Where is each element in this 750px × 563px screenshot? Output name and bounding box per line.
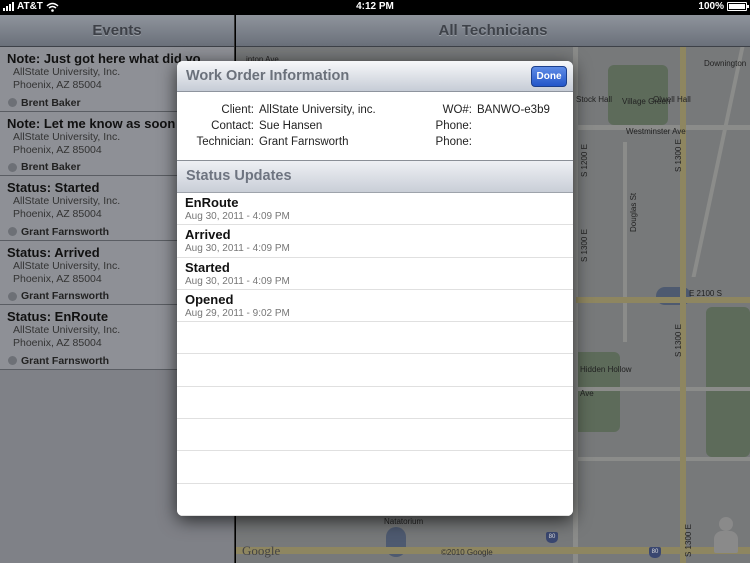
street-view-pegman-icon[interactable] [708, 515, 744, 555]
map-label: S 1300 E [674, 324, 683, 357]
event-technician: Grant Farnsworth [21, 225, 110, 238]
event-technician: Grant Farnsworth [21, 290, 110, 302]
technician-dot-icon [8, 98, 17, 107]
technician-value: Grant Farnsworth [259, 136, 349, 148]
technician-dot-icon [8, 291, 17, 301]
modal-header: Work Order Information Done [177, 61, 573, 92]
wo-number-label: WO#: [442, 104, 472, 116]
map-road [573, 47, 578, 563]
map-highway [236, 547, 750, 554]
technician-label: Technician: [196, 136, 254, 148]
map-road [623, 142, 627, 342]
map-label: Ave [580, 389, 594, 398]
technician-dot-icon [8, 227, 17, 236]
phone-label: Phone: [435, 120, 472, 132]
status-update-name: Opened [185, 291, 234, 307]
map-label: S 1300 E [580, 229, 589, 262]
status-update-name: Arrived [185, 227, 231, 243]
status-update-row[interactable]: Opened Aug 29, 2011 - 9:02 PM [177, 290, 573, 323]
map-park [706, 307, 750, 457]
work-order-modal: Work Order Information Done Client: AllS… [177, 61, 573, 516]
map-label: Natatorium [384, 517, 424, 526]
status-update-row[interactable]: Arrived Aug 30, 2011 - 4:09 PM [177, 225, 573, 258]
map-pane-title: All Technicians [236, 15, 750, 47]
wo-number-value: BANWO-e3b9 [477, 104, 550, 116]
event-technician: Grant Farnsworth [21, 354, 110, 367]
done-button[interactable]: Done [531, 66, 567, 87]
empty-row [177, 354, 573, 387]
status-update-date: Aug 30, 2011 - 4:09 PM [185, 211, 290, 222]
map-copyright: ©2010 Google [441, 548, 493, 557]
map-label: Hidden Hollow [580, 365, 632, 374]
status-update-date: Aug 29, 2011 - 9:02 PM [185, 307, 290, 319]
phone-label-2: Phone: [435, 136, 472, 148]
status-update-date: Aug 30, 2011 - 4:09 PM [185, 275, 290, 287]
empty-row [177, 387, 573, 420]
status-updates-list: EnRoute Aug 30, 2011 - 4:09 PM Arrived A… [177, 193, 573, 516]
status-time: 4:12 PM [356, 1, 394, 12]
google-logo: Google [242, 543, 281, 558]
events-pane-title: Events [0, 15, 234, 47]
map-label: S 1200 E [580, 144, 589, 177]
technician-dot-icon [8, 356, 17, 365]
map-label: S 1300 E [684, 524, 693, 557]
contact-value: Sue Hansen [259, 120, 323, 132]
status-updates-header: Status Updates [177, 161, 573, 193]
map-label: S 1300 E [674, 139, 683, 172]
contact-label: Contact: [211, 120, 254, 132]
map-highway [680, 47, 686, 563]
highway-shield-icon: 80 [649, 547, 661, 558]
map-highway [576, 297, 750, 303]
client-label: Client: [221, 104, 254, 116]
map-road [691, 47, 745, 277]
status-update-date: Aug 30, 2011 - 4:09 PM [185, 243, 290, 255]
status-update-row[interactable]: EnRoute Aug 30, 2011 - 4:09 PM [177, 193, 573, 226]
map-label: Douglas St [629, 192, 638, 232]
status-update-name: Started [185, 259, 230, 275]
modal-title: Work Order Information [186, 68, 350, 84]
event-technician: Brent Baker [21, 96, 81, 109]
map-label: E 2100 S [689, 289, 722, 298]
work-order-info: Client: AllState University, inc. Contac… [177, 92, 573, 161]
status-update-name: EnRoute [185, 195, 239, 210]
empty-row [177, 484, 573, 516]
status-bar: AT&T 4:12 PM 100% [0, 0, 750, 15]
empty-row [177, 451, 573, 484]
battery-icon [727, 2, 749, 11]
empty-row [177, 419, 573, 452]
map-label: Westminster Ave [626, 127, 686, 136]
map-label: Stock Hall [576, 95, 613, 104]
highway-shield-icon: 80 [546, 532, 558, 543]
map-label: Olwell Hall [653, 95, 691, 104]
status-update-row[interactable]: Started Aug 30, 2011 - 4:09 PM [177, 258, 573, 290]
event-technician: Brent Baker [21, 161, 81, 173]
battery-percent: 100% [698, 1, 724, 12]
client-value: AllState University, inc. [259, 104, 376, 116]
map-label: Downington [704, 59, 747, 68]
empty-row [177, 322, 573, 355]
technician-dot-icon [8, 162, 17, 172]
